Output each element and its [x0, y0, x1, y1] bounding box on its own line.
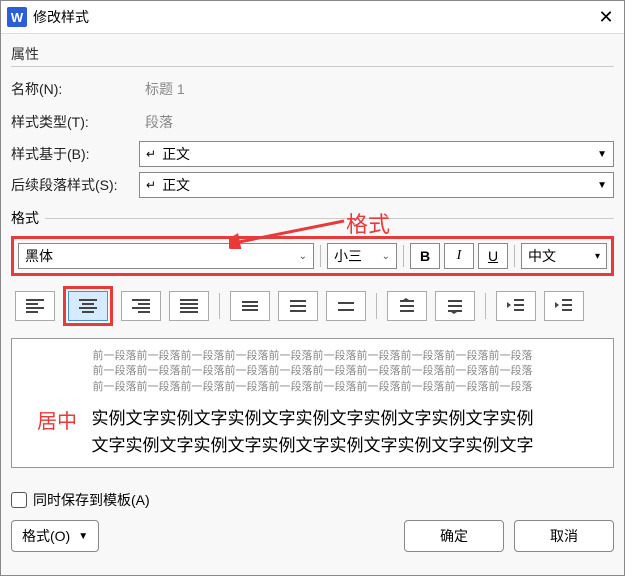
language-select[interactable]: 中文 ▾: [521, 243, 607, 269]
line-spacing-15-button[interactable]: [278, 291, 318, 321]
chevron-down-icon: ▼: [597, 149, 607, 160]
cancel-button[interactable]: 取消: [514, 520, 614, 552]
type-value: 段落: [139, 108, 614, 136]
section-format-header: 格式: [11, 208, 614, 228]
name-label: 名称(N):: [11, 79, 139, 99]
divider: [320, 245, 321, 267]
chevron-down-icon: ▼: [597, 180, 607, 191]
align-right-button[interactable]: [121, 291, 161, 321]
indent-increase-icon: [554, 297, 574, 315]
chevron-down-icon: ▼: [78, 531, 88, 542]
chevron-down-icon: ⌄: [299, 251, 307, 262]
format-menu-label: 格式(O): [22, 526, 70, 546]
divider: [11, 66, 614, 67]
language-value: 中文: [528, 246, 556, 266]
align-left-icon: [26, 299, 44, 313]
align-center-button[interactable]: [68, 291, 108, 321]
based-on-select[interactable]: ↵ 正文 ▼: [139, 141, 614, 167]
divider: [514, 245, 515, 267]
format-menu-button[interactable]: 格式(O) ▼: [11, 520, 99, 552]
preview-context-line: 前一段落前一段落前一段落前一段落前一段落前一段落前一段落前一段落前一段落前一段落: [26, 364, 599, 379]
next-style-select[interactable]: ↵ 正文 ▼: [139, 172, 614, 198]
return-icon: ↵: [146, 178, 156, 192]
preview-context-line: 前一段落前一段落前一段落前一段落前一段落前一段落前一段落前一段落前一段落前一段落: [26, 380, 599, 395]
dialog-title: 修改样式: [33, 7, 588, 27]
line-spacing-icon: [338, 302, 354, 311]
divider: [485, 293, 486, 319]
preview-sample-line: 实例文字实例文字实例文字实例文字实例文字实例文字实例: [26, 405, 599, 432]
format-toolbar-row1: 黑体 ⌄ 小三 ⌄ B I U 中文 ▾: [11, 236, 614, 276]
divider: [403, 245, 404, 267]
row-next-style: 后续段落样式(S): ↵ 正文 ▼: [11, 172, 614, 198]
line-spacing-2-button[interactable]: [326, 291, 366, 321]
font-size-value: 小三: [334, 246, 362, 266]
next-style-value: 正文: [162, 175, 190, 195]
annotation-center-highlight: [63, 286, 113, 326]
line-spacing-1-button[interactable]: [230, 291, 270, 321]
font-name-select[interactable]: 黑体 ⌄: [18, 243, 314, 269]
space-before-decrease-button[interactable]: [435, 291, 475, 321]
align-left-button[interactable]: [15, 291, 55, 321]
based-on-label: 样式基于(B):: [11, 144, 139, 164]
indent-increase-button[interactable]: [544, 291, 584, 321]
based-on-value: 正文: [162, 144, 190, 164]
close-button[interactable]: ✕: [594, 5, 618, 29]
underline-button[interactable]: U: [478, 243, 508, 269]
name-value: 标题 1: [139, 75, 614, 103]
biu-group: B I U: [410, 243, 508, 269]
format-toolbar-row2: [11, 284, 614, 328]
align-justify-icon: [180, 299, 198, 313]
font-name-value: 黑体: [25, 246, 53, 266]
dialog-body: 属性 名称(N): 标题 1 样式类型(T): 段落 样式基于(B): ↵ 正文…: [1, 34, 624, 560]
row-name: 名称(N): 标题 1: [11, 75, 614, 103]
preview-area: 前一段落前一段落前一段落前一段落前一段落前一段落前一段落前一段落前一段落前一段落…: [11, 338, 614, 468]
next-style-label: 后续段落样式(S):: [11, 175, 139, 195]
paragraph-spacing-icon: [445, 297, 465, 315]
align-right-icon: [132, 299, 150, 313]
save-template-checkbox[interactable]: [11, 492, 27, 508]
title-bar: W 修改样式 ✕: [1, 1, 624, 34]
save-template-label: 同时保存到模板(A): [33, 490, 150, 510]
row-type: 样式类型(T): 段落: [11, 108, 614, 136]
align-justify-button[interactable]: [169, 291, 209, 321]
font-size-select[interactable]: 小三 ⌄: [327, 243, 397, 269]
bold-button[interactable]: B: [410, 243, 440, 269]
type-label: 样式类型(T):: [11, 112, 139, 132]
italic-button[interactable]: I: [444, 243, 474, 269]
preview-sample-line: 文字实例文字实例文字实例文字实例文字实例文字实例文字: [26, 432, 599, 459]
divider: [219, 293, 220, 319]
align-center-icon: [79, 299, 97, 313]
indent-decrease-button[interactable]: [496, 291, 536, 321]
chevron-down-icon: ▾: [595, 251, 600, 262]
line-spacing-icon: [242, 301, 258, 311]
space-before-increase-button[interactable]: [387, 291, 427, 321]
divider: [45, 218, 614, 219]
modify-style-dialog: W 修改样式 ✕ 属性 名称(N): 标题 1 样式类型(T): 段落 样式基于…: [0, 0, 625, 576]
section-properties-label: 属性: [11, 44, 614, 64]
save-template-row: 同时保存到模板(A): [11, 490, 614, 510]
ok-button[interactable]: 确定: [404, 520, 504, 552]
preview-context-line: 前一段落前一段落前一段落前一段落前一段落前一段落前一段落前一段落前一段落前一段落: [26, 349, 599, 364]
return-icon: ↵: [146, 147, 156, 161]
divider: [376, 293, 377, 319]
indent-decrease-icon: [506, 297, 526, 315]
line-spacing-icon: [290, 300, 306, 312]
row-based-on: 样式基于(B): ↵ 正文 ▼: [11, 141, 614, 167]
section-format-label: 格式: [11, 208, 39, 228]
paragraph-spacing-icon: [397, 297, 417, 315]
app-icon: W: [7, 7, 27, 27]
chevron-down-icon: ⌄: [382, 251, 390, 262]
button-bar: 格式(O) ▼ 确定 取消: [11, 520, 614, 552]
